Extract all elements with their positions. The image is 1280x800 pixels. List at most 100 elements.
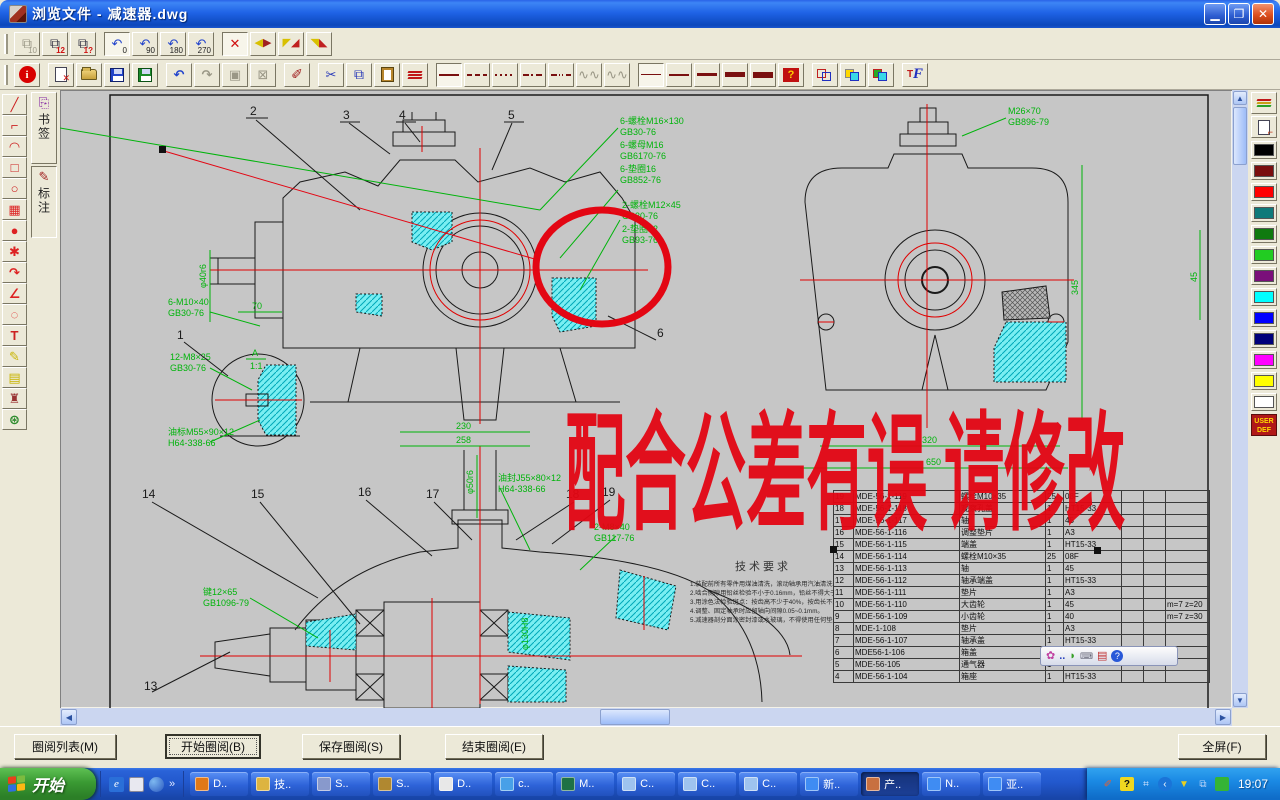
taskbar-window-8[interactable]: C.. [678, 772, 736, 796]
redo-button[interactable]: ↷ [194, 63, 220, 87]
fullscreen-button[interactable]: 全屏(F) [1178, 734, 1266, 759]
flip-vertical-button[interactable]: ◤◢ [278, 32, 304, 56]
minimize-button[interactable]: ▁ [1204, 3, 1226, 25]
color-swatch-1[interactable] [1251, 162, 1277, 180]
pen-tray-icon[interactable]: ✐ [1101, 777, 1115, 791]
user-tray-icon[interactable] [1215, 777, 1229, 791]
help-tray-icon[interactable]: ? [1120, 777, 1134, 791]
rectangle-tool-button[interactable]: □ [2, 157, 27, 178]
zoom-window-button[interactable]: ▣ [222, 63, 248, 87]
polyline-tool-button[interactable]: ⌐ [2, 115, 27, 136]
taskbar-window-3[interactable]: S.. [373, 772, 431, 796]
linestyle-zigzag-button[interactable]: ∿∿ [604, 63, 630, 87]
ie-quicklaunch-icon[interactable]: e [109, 777, 124, 792]
messenger-icon[interactable] [149, 777, 164, 792]
color-swatch-4[interactable] [1251, 225, 1277, 243]
linewidth-5-button[interactable] [750, 63, 776, 87]
network-tray-icon[interactable]: ⧉ [1196, 777, 1210, 791]
paste-button[interactable] [374, 63, 400, 87]
color-swatch-8[interactable] [1251, 309, 1277, 327]
cut-button[interactable]: ✂ [318, 63, 344, 87]
scroll-right-button[interactable]: ▶ [1215, 709, 1231, 725]
ime-logo-icon[interactable]: ✿ [1046, 651, 1055, 662]
maximize-button[interactable]: ❐ [1228, 3, 1250, 25]
close-button[interactable]: ✕ [1252, 3, 1274, 25]
rotate-180-button[interactable]: ↶180 [160, 32, 186, 56]
layer-outline-button[interactable] [812, 63, 838, 87]
taskbar-window-13[interactable]: 亚.. [983, 772, 1041, 796]
new-markup-button[interactable]: ✕ [48, 63, 74, 87]
vertical-scroll-thumb[interactable] [1233, 107, 1247, 165]
taskbar-window-4[interactable]: D.. [434, 772, 492, 796]
save-as-button[interactable] [132, 63, 158, 87]
taskbar-clock[interactable]: 19:07 [1238, 777, 1268, 791]
line-tool-button[interactable]: ╱ [2, 94, 27, 115]
color-swatch-9[interactable] [1251, 330, 1277, 348]
goto-page-button[interactable]: ⧉1? [70, 32, 96, 56]
toolbar-grip[interactable] [4, 65, 8, 85]
taskbar-window-11[interactable]: 产.. [861, 772, 919, 796]
next-page-button[interactable]: ⧉12 [42, 32, 68, 56]
linewidth-2-button[interactable] [666, 63, 692, 87]
scroll-up-button[interactable]: ▲ [1233, 91, 1247, 105]
color-swatch-6[interactable] [1251, 267, 1277, 285]
text-format-button[interactable]: TF [902, 63, 928, 87]
taskbar-window-1[interactable]: 技.. [251, 772, 309, 796]
color-swatch-2[interactable] [1251, 183, 1277, 201]
ime-help-icon[interactable]: ? [1111, 650, 1123, 662]
layer-manager-button[interactable] [1251, 92, 1277, 114]
save-review-button[interactable]: 保存圈阅(S) [302, 734, 400, 759]
layer-fill-button[interactable] [840, 63, 866, 87]
color-swatch-10[interactable] [1251, 351, 1277, 369]
taskbar-window-12[interactable]: N.. [922, 772, 980, 796]
layer-both-button[interactable] [868, 63, 894, 87]
linewidth-3-button[interactable] [694, 63, 720, 87]
end-review-button[interactable]: 结束圈阅(E) [445, 734, 543, 759]
angle-tool-button[interactable]: ∠ [2, 283, 27, 304]
ime-language-bar[interactable]: ✿ .. ◗ ⌨ ▤ ? [1040, 646, 1178, 666]
linestyle-wave-button[interactable]: ∿∿ [576, 63, 602, 87]
start-review-button[interactable]: 开始圈阅(B) [165, 734, 261, 759]
color-swatch-0[interactable] [1251, 141, 1277, 159]
copy-page-button[interactable]: ⌐ [1251, 116, 1277, 138]
ime-symbols-icon[interactable]: ▤ [1097, 651, 1107, 662]
taskbar-window-9[interactable]: C.. [739, 772, 797, 796]
zoom-extents-button[interactable]: ⊠ [250, 63, 276, 87]
flip-horizontal-button[interactable]: ◥◣ [306, 32, 332, 56]
mirror-button[interactable]: ◀▶ [250, 32, 276, 56]
taskbar-window-0[interactable]: D.. [190, 772, 248, 796]
horizontal-scroll-thumb[interactable] [600, 709, 670, 725]
freehand-blob-tool-button[interactable]: ✱ [2, 241, 27, 262]
markup-list-button[interactable]: 圈阅列表(M) [14, 734, 116, 759]
eraser-pen-button[interactable]: ✐ [284, 63, 310, 87]
revision-cloud-tool-button[interactable]: ◌ [2, 304, 27, 325]
undo-button[interactable]: ↶ [166, 63, 192, 87]
antivirus-tray-icon[interactable]: ▼ [1177, 777, 1191, 791]
color-swatch-12[interactable] [1251, 393, 1277, 411]
toolbar-grip[interactable] [4, 34, 8, 54]
stamp-tool-button[interactable]: ♜ [2, 388, 27, 409]
taskbar-window-7[interactable]: C.. [617, 772, 675, 796]
drawing-canvas[interactable]: 6-螺栓M16×130GB30-76 6-螺母M16GB6170-76 6-垫圈… [60, 90, 1232, 708]
user-defined-color-button[interactable]: USER DEF [1251, 414, 1277, 436]
rotate-90-button[interactable]: ↶90 [132, 32, 158, 56]
filled-ellipse-tool-button[interactable]: ● [2, 220, 27, 241]
rotate-270-button[interactable]: ↶270 [188, 32, 214, 56]
layers-button[interactable] [402, 63, 428, 87]
copy-button[interactable]: ⧉ [346, 63, 372, 87]
tab-bookmarks[interactable]: ⎘ 书签 [31, 92, 57, 164]
open-button[interactable] [76, 63, 102, 87]
quicklaunch-overflow-chevron[interactable]: » [169, 778, 175, 790]
color-swatch-7[interactable] [1251, 288, 1277, 306]
vertical-scrollbar[interactable]: ▲ ▼ [1232, 90, 1248, 708]
highlighter-tool-button[interactable]: ✎ [2, 346, 27, 367]
linestyle-dashdotdot-button[interactable] [548, 63, 574, 87]
scroll-down-button[interactable]: ▼ [1233, 693, 1247, 707]
ime-halfwidth-icon[interactable]: ◗ [1069, 651, 1076, 662]
display-tray-icon[interactable]: ⌗ [1139, 777, 1153, 791]
taskbar-window-5[interactable]: c.. [495, 772, 553, 796]
ime-mode-icon[interactable]: .. [1059, 651, 1065, 662]
taskbar-window-6[interactable]: M.. [556, 772, 614, 796]
linestyle-dot-button[interactable] [492, 63, 518, 87]
color-swatch-3[interactable] [1251, 204, 1277, 222]
